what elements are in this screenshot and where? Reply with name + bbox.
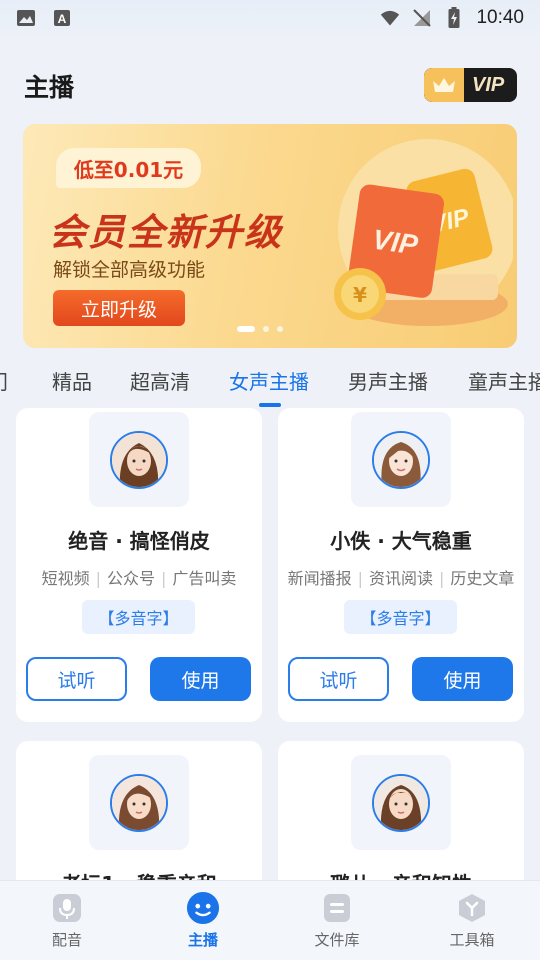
anchor-name: 老坛1 · 稳重亲和 bbox=[16, 868, 262, 880]
anchor-tags: 新闻播报 | 资讯阅读 | 历史文章 bbox=[287, 569, 515, 588]
nav-label: 工具箱 bbox=[449, 931, 495, 949]
anchor-card[interactable]: 璐儿 · 亲和知性 bbox=[278, 741, 524, 880]
listen-button[interactable]: 试听 bbox=[288, 657, 389, 701]
tab-item[interactable]: 男声主播 bbox=[348, 366, 428, 395]
pagination-dot[interactable] bbox=[237, 326, 255, 332]
anchor-name: 绝音 · 搞怪俏皮 bbox=[68, 529, 210, 553]
polyphone-badge: 【多音字】 bbox=[82, 600, 195, 634]
avatar-frame bbox=[89, 412, 189, 507]
nav-item-toolbox[interactable]: 工具箱 bbox=[432, 891, 512, 950]
price-tag: 低至0.01元 bbox=[56, 148, 201, 188]
avatar bbox=[372, 430, 430, 489]
anchor-card[interactable]: 老坛1 · 稳重亲和 bbox=[16, 741, 262, 880]
microphone-icon bbox=[50, 891, 84, 925]
banner-title: 会员全新升级 bbox=[49, 211, 283, 254]
tab-item[interactable]: 女声主播 bbox=[229, 366, 309, 395]
battery-icon bbox=[444, 7, 464, 28]
avatar-frame bbox=[89, 755, 189, 850]
tab-item[interactable]: 精品 bbox=[52, 366, 92, 395]
no-signal-icon bbox=[412, 8, 432, 28]
polyphone-badge: 【多音字】 bbox=[344, 600, 457, 634]
anchor-card[interactable]: 小佚 · 大气稳重 新闻播报 | 资讯阅读 | 历史文章 【多音字】 试听 使用 bbox=[278, 408, 524, 722]
banner-pagination bbox=[237, 326, 283, 332]
use-button[interactable]: 使用 bbox=[412, 657, 513, 701]
tag: 新闻播报 bbox=[287, 569, 352, 588]
svg-text:¥: ¥ bbox=[353, 283, 367, 307]
tag: 公众号 bbox=[106, 569, 155, 588]
category-tabs: 门 精品 超高清 女声主播 男声主播 童声主播 bbox=[0, 356, 540, 408]
promo-banner[interactable]: 低至0.01元 会员全新升级 解锁全部高级功能 立即升级 VIP VIP ¥ bbox=[23, 124, 517, 348]
banner-subtitle: 解锁全部高级功能 bbox=[53, 259, 206, 281]
pagination-dot[interactable] bbox=[277, 326, 283, 332]
nav-item-files[interactable]: 文件库 bbox=[297, 891, 377, 950]
a-icon: A bbox=[52, 8, 72, 28]
nav-label: 文件库 bbox=[314, 931, 360, 949]
anchor-name: 小佚 · 大气稳重 bbox=[330, 529, 472, 553]
avatar bbox=[110, 773, 168, 832]
vip-card-illustration: VIP VIP ¥ bbox=[334, 139, 513, 326]
anchor-tags: 短视频 | 公众号 | 广告叫卖 bbox=[41, 569, 237, 588]
pagination-dot[interactable] bbox=[263, 326, 269, 332]
anchor-card[interactable]: 绝音 · 搞怪俏皮 短视频 | 公众号 | 广告叫卖 【多音字】 试听 使用 bbox=[16, 408, 262, 722]
nav-item-anchor[interactable]: 主播 bbox=[163, 891, 243, 950]
page-title: 主播 bbox=[24, 73, 75, 102]
tag: 广告叫卖 bbox=[172, 569, 237, 588]
page-header: 主播 VIP bbox=[0, 60, 540, 110]
upgrade-button[interactable]: 立即升级 bbox=[53, 290, 185, 326]
nav-item-dubbing[interactable]: 配音 bbox=[27, 891, 107, 950]
avatar-frame bbox=[351, 412, 451, 507]
tab-item[interactable]: 童声主播 bbox=[468, 366, 540, 395]
face-icon bbox=[186, 891, 220, 925]
status-bar: A 10:40 bbox=[0, 0, 540, 36]
tag: 短视频 bbox=[41, 569, 90, 588]
avatar-frame bbox=[351, 755, 451, 850]
tab-item[interactable]: 门 bbox=[0, 366, 8, 395]
listen-button[interactable]: 试听 bbox=[26, 657, 127, 701]
active-tab-indicator bbox=[259, 403, 281, 407]
file-icon bbox=[320, 891, 354, 925]
vip-label: VIP bbox=[472, 73, 505, 96]
anchor-name: 璐儿 · 亲和知性 bbox=[278, 868, 524, 880]
tag: 资讯阅读 bbox=[368, 569, 433, 588]
bottom-navigation: 配音 主播 文件库 工具箱 bbox=[0, 880, 540, 960]
clock: 10:40 bbox=[476, 7, 524, 28]
nav-label: 主播 bbox=[187, 931, 218, 949]
art-vip-text-front: VIP bbox=[371, 224, 420, 261]
nav-label: 配音 bbox=[51, 931, 82, 949]
use-button[interactable]: 使用 bbox=[150, 657, 251, 701]
avatar bbox=[372, 773, 430, 832]
image-icon bbox=[16, 8, 36, 28]
avatar bbox=[110, 430, 168, 489]
svg-text:A: A bbox=[58, 12, 67, 26]
crown-icon bbox=[424, 68, 464, 102]
tab-item[interactable]: 超高清 bbox=[130, 366, 190, 395]
tag: 历史文章 bbox=[450, 569, 515, 588]
wifi-icon bbox=[380, 8, 400, 28]
vip-button[interactable]: VIP bbox=[424, 68, 517, 102]
anchor-grid: 绝音 · 搞怪俏皮 短视频 | 公众号 | 广告叫卖 【多音字】 试听 使用 小佚 · … bbox=[0, 408, 540, 880]
toolbox-icon bbox=[455, 891, 489, 925]
